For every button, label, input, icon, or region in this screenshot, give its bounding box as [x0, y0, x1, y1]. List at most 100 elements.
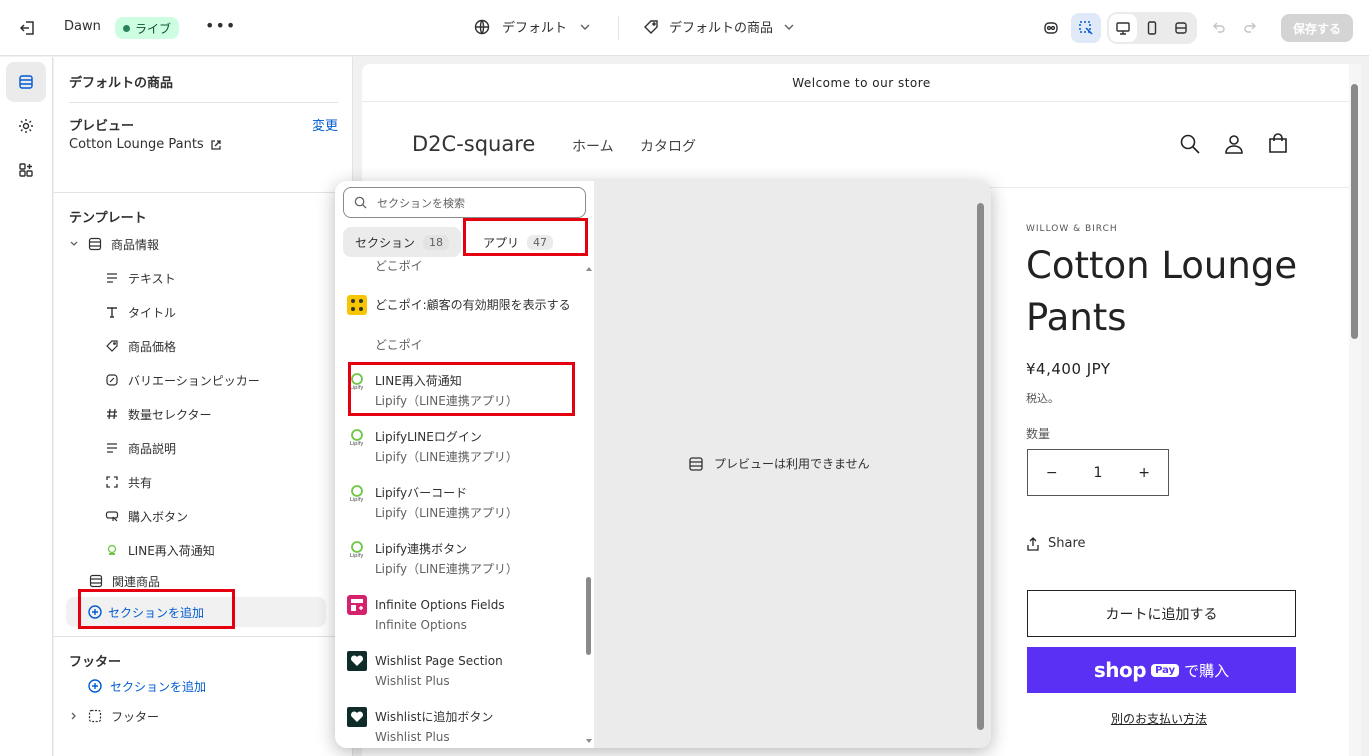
lipify-logo: Lipify — [347, 427, 367, 447]
redo-icon[interactable] — [1235, 13, 1265, 43]
quantity-minus-button[interactable]: − — [1046, 465, 1058, 481]
mobile-icon[interactable] — [1138, 14, 1166, 42]
shop-pay-button[interactable]: shop Pay で購入 — [1027, 647, 1296, 693]
add-section-popover: セクションを検索 セクション 18 アプリ 47 どこポイ どこポイ:顧客の有効… — [335, 181, 991, 748]
add-to-cart-button[interactable]: カートに追加する — [1027, 590, 1296, 637]
app-block-name: Lipifyバーコード — [375, 486, 468, 500]
app-block-name: Infinite Options Fields — [375, 598, 505, 612]
app-block-vendor: Lipify（LINE連携アプリ） — [375, 450, 518, 464]
change-preview-link[interactable]: 変更 — [312, 115, 338, 134]
chevron-down-icon — [580, 24, 590, 30]
text-icon — [104, 270, 120, 286]
app-block-item[interactable]: どこポイ:顧客の有効期限を表示する どこポイ — [347, 295, 582, 355]
divider — [54, 636, 353, 637]
product-vendor: WILLOW & BIRCH — [1026, 224, 1118, 234]
tree-block-quantity[interactable]: 数量セレクター — [104, 402, 212, 426]
app-block-name: Lipify連携ボタン — [375, 542, 468, 556]
share-button[interactable]: Share — [1026, 536, 1086, 551]
tree-product-info[interactable]: 商品情報 — [69, 232, 159, 256]
price-tag-icon — [104, 338, 120, 354]
more-actions-button[interactable]: ••• — [205, 16, 236, 35]
tree-block-line-restock[interactable]: LINE再入荷通知 — [104, 538, 215, 562]
live-dot-icon — [123, 24, 130, 32]
share-icon — [1027, 536, 1039, 551]
tree-block-label: タイトル — [128, 305, 177, 320]
app-block-item[interactable]: Wishlist Page Section Wishlist Plus — [347, 651, 582, 691]
block-preview-pane: プレビューは利用できません — [594, 181, 991, 748]
section-icon — [88, 573, 104, 589]
cart-icon[interactable] — [1266, 132, 1290, 156]
undo-icon[interactable] — [1204, 13, 1234, 43]
app-block-item[interactable]: Lipify Lipifyバーコード Lipify（LINE連携アプリ） — [347, 483, 582, 523]
search-icon[interactable] — [1178, 132, 1202, 156]
tree-block-description[interactable]: 商品説明 — [104, 436, 176, 460]
lipify-logo: Lipify — [347, 539, 367, 559]
app-block-item[interactable]: Wishlistに追加ボタン Wishlist Plus — [347, 707, 582, 747]
tree-block-text[interactable]: テキスト — [104, 266, 176, 290]
gear-icon[interactable] — [6, 106, 46, 146]
footer-add-section-button[interactable]: セクションを追加 — [88, 674, 206, 698]
wishlist-logo — [347, 651, 367, 671]
chevron-down-icon — [70, 241, 78, 246]
product-select-label: デフォルトの商品 — [669, 21, 774, 36]
tree-block-price[interactable]: 商品価格 — [104, 334, 176, 358]
nav-catalog[interactable]: カタログ — [640, 136, 696, 156]
preview-unavailable-text: プレビューは利用できません — [714, 457, 870, 471]
preview-scrollbar[interactable] — [1349, 64, 1361, 756]
template-select-label: デフォルト — [502, 21, 568, 36]
app-block-vendor: Wishlist Plus — [375, 674, 450, 688]
scrollbar-thumb[interactable] — [1351, 84, 1358, 339]
tree-block-label: バリエーションピッカー — [128, 373, 260, 388]
inspector-icon[interactable] — [1071, 13, 1101, 43]
tree-block-variant[interactable]: バリエーションピッカー — [104, 368, 260, 392]
scroll-down-icon[interactable] — [585, 737, 593, 745]
desktop-icon[interactable] — [1109, 14, 1137, 42]
scroll-up-icon[interactable] — [585, 265, 593, 273]
tree-block-label: 共有 — [128, 475, 153, 490]
nav-home[interactable]: ホーム — [572, 136, 614, 156]
divider — [69, 102, 338, 103]
tree-block-share[interactable]: 共有 — [104, 470, 152, 494]
tree-block-buy-button[interactable]: 購入ボタン — [104, 504, 188, 528]
other-payment-link[interactable]: 別のお支払い方法 — [1111, 710, 1207, 727]
tree-block-title[interactable]: タイトル — [104, 300, 176, 324]
app-embed-icon[interactable] — [1036, 13, 1066, 43]
apps-icon[interactable] — [6, 150, 46, 190]
account-icon[interactable] — [1222, 132, 1246, 156]
app-block-name: どこポイ:顧客の有効期限を表示する — [375, 298, 571, 312]
preview-product-link[interactable]: Cotton Lounge Pants — [69, 137, 222, 152]
app-block-item[interactable]: Lipify Lipify連携ボタン Lipify（LINE連携アプリ） — [347, 539, 582, 579]
list-scrollbar[interactable] — [585, 265, 593, 748]
scrollbar-thumb[interactable] — [977, 203, 984, 730]
tab-sections[interactable]: セクション 18 — [343, 227, 462, 257]
top-bar: Dawn ライブ ••• デフォルト デフォルトの商品 保存する — [0, 0, 1369, 56]
section-search-input[interactable]: セクションを検索 — [343, 187, 586, 218]
tab-sections-label: セクション — [355, 235, 416, 250]
app-block-name: Wishlist Page Section — [375, 654, 503, 668]
product-title: Cotton Lounge Pants — [1026, 244, 1298, 339]
text-icon — [104, 440, 120, 456]
list-item-partial: どこポイ — [375, 260, 423, 272]
sections-nav-icon[interactable] — [6, 62, 46, 102]
title-icon — [104, 304, 120, 320]
shop-pay-logo: shop — [1093, 658, 1147, 682]
quantity-stepper: − 1 + — [1027, 449, 1169, 496]
scrollbar-thumb[interactable] — [586, 577, 591, 655]
product-select[interactable]: デフォルトの商品 — [643, 17, 795, 36]
tree-footer[interactable]: フッター — [69, 704, 159, 728]
exit-icon[interactable] — [18, 18, 38, 38]
store-logo[interactable]: D2C-square — [412, 132, 535, 156]
save-button[interactable]: 保存する — [1281, 14, 1353, 42]
app-block-item[interactable]: Infinite Options Fields Infinite Options — [347, 595, 582, 635]
popover-scrollbar[interactable] — [975, 187, 987, 742]
theme-name: Dawn — [64, 19, 101, 34]
search-placeholder: セクションを検索 — [377, 196, 465, 210]
left-rail — [0, 57, 53, 756]
preview-product-name: Cotton Lounge Pants — [69, 137, 204, 152]
fullscreen-icon[interactable] — [1167, 14, 1195, 42]
template-select[interactable]: デフォルト — [474, 17, 591, 36]
quantity-value[interactable]: 1 — [1094, 465, 1103, 481]
quantity-plus-button[interactable]: + — [1138, 465, 1150, 481]
preview-label: プレビュー — [69, 119, 135, 134]
app-block-item[interactable]: Lipify LipifyLINEログイン Lipify（LINE連携アプリ） — [347, 427, 582, 467]
